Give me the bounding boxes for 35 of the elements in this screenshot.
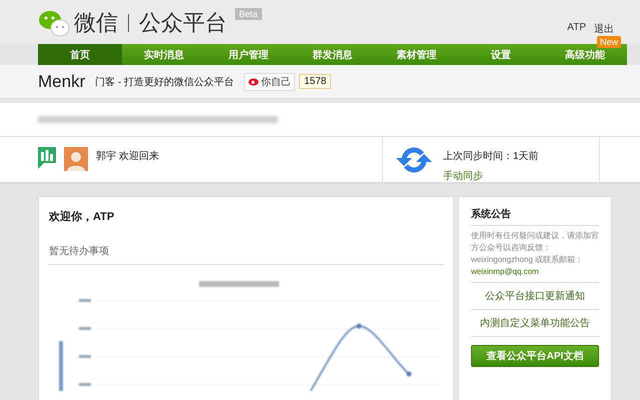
api-docs-button[interactable]: 查看公众平台API文档 <box>471 345 599 367</box>
todo-status: 暂无待办事项 <box>49 244 443 265</box>
eye-icon <box>248 77 260 86</box>
logout-link[interactable]: 退出 <box>594 22 614 36</box>
chart-point <box>406 372 412 376</box>
blurred-axis-title <box>59 341 63 391</box>
logo-text: 微信 <box>74 9 118 37</box>
announcement-link[interactable]: 公众平台接口更新通知 <box>471 283 599 310</box>
nav-tab[interactable]: 群发消息 <box>290 44 375 65</box>
sync-icon <box>395 145 433 175</box>
avatar-icon <box>64 147 88 171</box>
welcome-message: 郭宇 欢迎回来 <box>96 150 159 163</box>
nav-tab[interactable]: 用户管理 <box>206 44 290 65</box>
email-link[interactable]: weixinmp@qq.com <box>471 267 539 276</box>
manual-sync-link[interactable]: 手动同步 <box>443 169 539 183</box>
weibo-follow-button[interactable]: 你自己 <box>244 72 296 90</box>
announcement-link[interactable]: 内测自定义菜单功能公告 <box>471 310 599 337</box>
welcome-heading: 欢迎你，ATP <box>49 210 116 224</box>
follower-count: 1578 <box>299 74 332 89</box>
account-name: Menkr <box>38 72 86 92</box>
nav-tab[interactable]: 设置 <box>458 44 543 65</box>
nav-tab[interactable]: 首页 <box>38 44 122 65</box>
chart-point <box>356 324 362 328</box>
chat-bubbles-icon <box>38 9 70 37</box>
last-sync-time: 上次同步时间：1天前 <box>443 150 539 163</box>
username-link[interactable]: ATP <box>567 22 586 36</box>
account-tagline: 门客 - 打造更好的微信公众平台 <box>95 76 234 88</box>
announcement-title: 系统公告 <box>471 207 599 226</box>
new-badge: New <box>596 36 621 48</box>
nav-tab[interactable]: 素材管理 <box>374 44 459 65</box>
nav-tab[interactable]: 实时消息 <box>122 44 206 65</box>
platform-name: 公众平台 <box>139 9 227 37</box>
beta-badge: Beta <box>235 8 262 20</box>
bar-chart-icon <box>38 147 56 169</box>
announcement-text: 使用时有任何疑问或建议，请添加官方公众号以咨询反馈：weixingongzhong 或联系邮箱： weixinmp@qq.com <box>471 230 599 283</box>
